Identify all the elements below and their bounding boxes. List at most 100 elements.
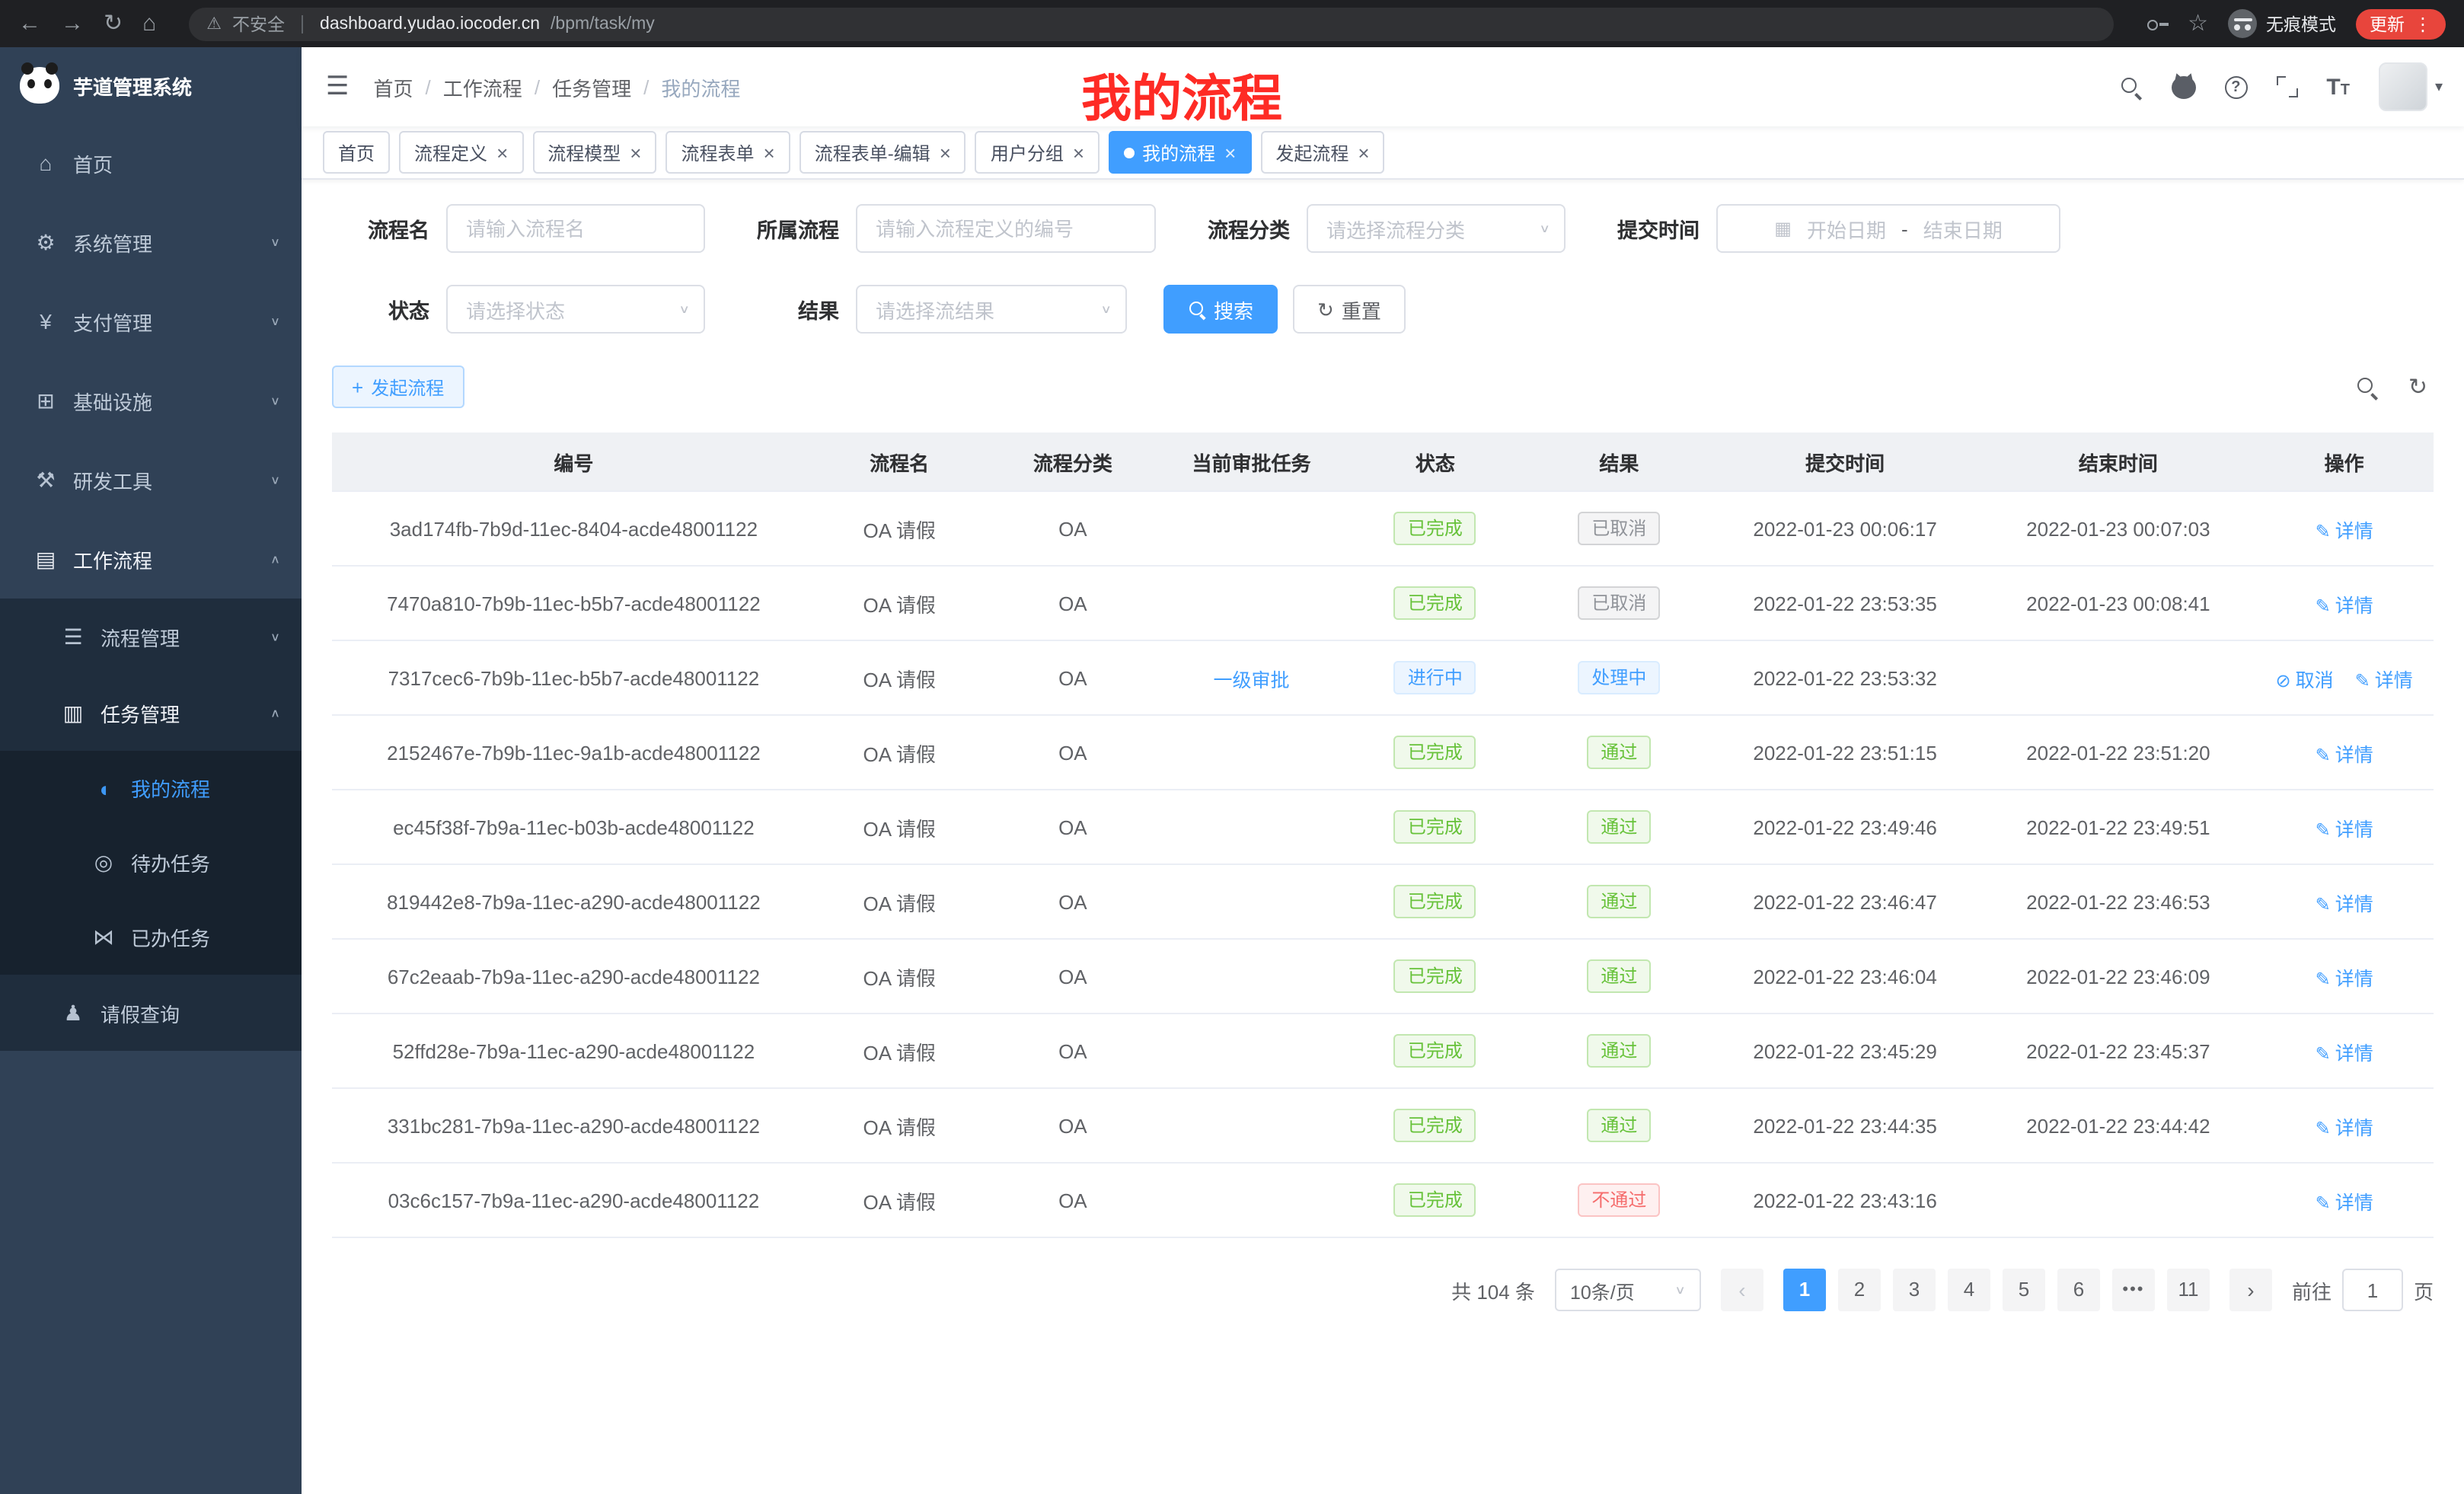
tab-process-model[interactable]: 流程模型× xyxy=(532,131,656,174)
status-tag: 进行中 xyxy=(1394,661,1476,694)
submit-time-range-picker[interactable]: ▦ 开始日期 - 结束日期 xyxy=(1716,204,2060,253)
detail-icon: ✎ xyxy=(2316,520,2331,541)
detail-action-link[interactable]: ✎详情 xyxy=(2355,669,2413,691)
hamburger-icon[interactable]: ☰ xyxy=(302,72,374,102)
sidebar-item-system-management[interactable]: ⚙系统管理∨ xyxy=(0,203,302,282)
tab-home[interactable]: 首页 xyxy=(323,131,390,174)
tab-label: 流程表单 xyxy=(681,139,754,165)
github-icon[interactable] xyxy=(2171,75,2195,98)
browser-update-button[interactable]: 更新 ⋮ xyxy=(2356,8,2446,39)
page-button-6[interactable]: 6 xyxy=(2057,1269,2100,1311)
reset-button-label: 重置 xyxy=(1342,295,1381,324)
tab-process-form-edit[interactable]: 流程表单-编辑× xyxy=(800,131,966,174)
cell-submit-time: 2022-01-22 23:46:04 xyxy=(1709,939,1982,1014)
tab-process-definition[interactable]: 流程定义× xyxy=(399,131,523,174)
sidebar-item-my-process[interactable]: ◖我的流程 xyxy=(0,751,302,825)
app-logo[interactable]: 芋道管理系统 xyxy=(0,47,302,123)
process-name-input[interactable] xyxy=(446,204,705,253)
sidebar-item-payment-management[interactable]: ¥支付管理∨ xyxy=(0,282,302,361)
column-header: 结束时间 xyxy=(1982,433,2255,491)
page-button-3[interactable]: 3 xyxy=(1893,1269,1936,1311)
font-size-icon[interactable]: TT xyxy=(2326,74,2350,100)
start-process-button[interactable]: + 发起流程 xyxy=(332,366,464,408)
detail-action-link[interactable]: ✎详情 xyxy=(2316,819,2373,840)
page-button-11[interactable]: 11 xyxy=(2167,1269,2210,1311)
close-icon[interactable]: × xyxy=(630,142,641,162)
process-definition-input[interactable] xyxy=(856,204,1156,253)
help-icon[interactable]: ? xyxy=(2224,75,2247,98)
tab-start-process[interactable]: 发起流程× xyxy=(1260,131,1384,174)
page-button-2[interactable]: 2 xyxy=(1838,1269,1881,1311)
tab-process-form[interactable]: 流程表单 × xyxy=(665,131,790,174)
cell-status: 进行中 xyxy=(1341,640,1530,715)
chevron-down-icon: ∨ xyxy=(270,394,280,408)
sidebar-item-todo-task[interactable]: ◎待办任务 xyxy=(0,825,302,900)
detail-action-link[interactable]: ✎详情 xyxy=(2316,595,2373,616)
sidebar-item-infrastructure[interactable]: ⊞基础设施∨ xyxy=(0,361,302,440)
bookmark-star-icon[interactable]: ☆ xyxy=(2188,12,2208,35)
filter-process-definition: 所属流程 xyxy=(742,204,1156,253)
submit-time-label: 提交时间 xyxy=(1602,213,1700,244)
status-select[interactable]: 请选择状态 ∨ xyxy=(446,285,705,334)
tab-my-process[interactable]: 我的流程× xyxy=(1109,131,1251,174)
cell-end-time xyxy=(1982,640,2255,715)
sidebar-item-leave-query[interactable]: ♟请假查询 xyxy=(0,975,302,1051)
search-icon[interactable] xyxy=(2119,75,2142,98)
sidebar-item-workflow[interactable]: ▤工作流程∧ xyxy=(0,519,302,599)
refresh-table-icon[interactable]: ↻ xyxy=(2408,373,2427,401)
close-icon[interactable]: × xyxy=(496,142,508,162)
next-page-button[interactable]: › xyxy=(2229,1269,2272,1311)
page-button-5[interactable]: 5 xyxy=(2003,1269,2045,1311)
cancel-action-link[interactable]: ⊘取消 xyxy=(2275,669,2333,691)
current-task-link[interactable]: 一级审批 xyxy=(1213,669,1289,691)
page-button-1[interactable]: 1 xyxy=(1783,1269,1826,1311)
category-select[interactable]: 请选择流程分类 ∨ xyxy=(1307,204,1566,253)
browser-menu-icon[interactable]: ⋮ xyxy=(2414,13,2432,34)
status-tag: 已完成 xyxy=(1394,1109,1476,1142)
breadcrumb-item[interactable]: 工作流程 xyxy=(443,72,522,101)
detail-action-link[interactable]: ✎详情 xyxy=(2316,1117,2373,1138)
breadcrumb-item[interactable]: 任务管理 xyxy=(552,72,631,101)
detail-action-link[interactable]: ✎详情 xyxy=(2316,893,2373,915)
reload-icon[interactable]: ↻ xyxy=(104,12,123,35)
reset-button[interactable]: ↻ 重置 xyxy=(1293,285,1406,334)
sidebar-item-dev-tools[interactable]: ⚒研发工具∨ xyxy=(0,440,302,519)
prev-page-button[interactable]: ‹ xyxy=(1721,1269,1763,1311)
result-select[interactable]: 请选择流结果 ∨ xyxy=(856,285,1127,334)
detail-icon: ✎ xyxy=(2316,819,2331,840)
forward-icon[interactable]: → xyxy=(61,12,84,35)
sidebar-item-task-management[interactable]: ▥任务管理∧ xyxy=(0,675,302,751)
detail-action-link[interactable]: ✎详情 xyxy=(2316,744,2373,765)
sidebar-item-done-task[interactable]: ⋈已办任务 xyxy=(0,900,302,975)
cell-process-name: OA 请假 xyxy=(815,1014,984,1088)
column-header: 编号 xyxy=(332,433,815,491)
detail-action-link[interactable]: ✎详情 xyxy=(2316,1042,2373,1064)
tab-user-group[interactable]: 用户分组× xyxy=(975,131,1100,174)
chevron-down-icon: ∨ xyxy=(1100,303,1112,316)
search-button[interactable]: 搜索 xyxy=(1163,285,1278,334)
incognito-profile-chip[interactable]: 无痕模式 xyxy=(2228,9,2336,38)
close-icon[interactable]: × xyxy=(764,142,775,162)
address-bar[interactable]: ⚠ 不安全 dashboard.yudao.iocoder.cn/bpm/tas… xyxy=(188,7,2113,40)
close-icon[interactable]: × xyxy=(1073,142,1084,162)
page-button-4[interactable]: 4 xyxy=(1948,1269,1990,1311)
process-definition-label: 所属流程 xyxy=(742,213,839,244)
detail-action-link[interactable]: ✎详情 xyxy=(2316,520,2373,541)
page-more-button[interactable]: ••• xyxy=(2112,1269,2155,1311)
password-key-icon[interactable] xyxy=(2145,12,2168,35)
user-avatar-menu[interactable]: ▾ xyxy=(2379,62,2443,111)
close-icon[interactable]: × xyxy=(1358,142,1369,162)
detail-action-link[interactable]: ✎详情 xyxy=(2316,968,2373,989)
sidebar-item-home[interactable]: ⌂首页 xyxy=(0,123,302,203)
home-icon[interactable]: ⌂ xyxy=(142,12,156,35)
detail-action-link[interactable]: ✎详情 xyxy=(2316,1192,2373,1213)
close-icon[interactable]: × xyxy=(940,142,951,162)
close-icon[interactable]: × xyxy=(1224,142,1236,162)
back-icon[interactable]: ← xyxy=(18,12,41,35)
fullscreen-icon[interactable] xyxy=(2276,76,2297,97)
sidebar-item-process-management[interactable]: ☰流程管理∨ xyxy=(0,599,302,675)
goto-page-input[interactable] xyxy=(2342,1269,2403,1311)
search-toggle-icon[interactable] xyxy=(2357,376,2378,397)
breadcrumb-item[interactable]: 首页 xyxy=(374,72,413,101)
page-size-select[interactable]: 10条/页 ∨ xyxy=(1555,1269,1701,1311)
